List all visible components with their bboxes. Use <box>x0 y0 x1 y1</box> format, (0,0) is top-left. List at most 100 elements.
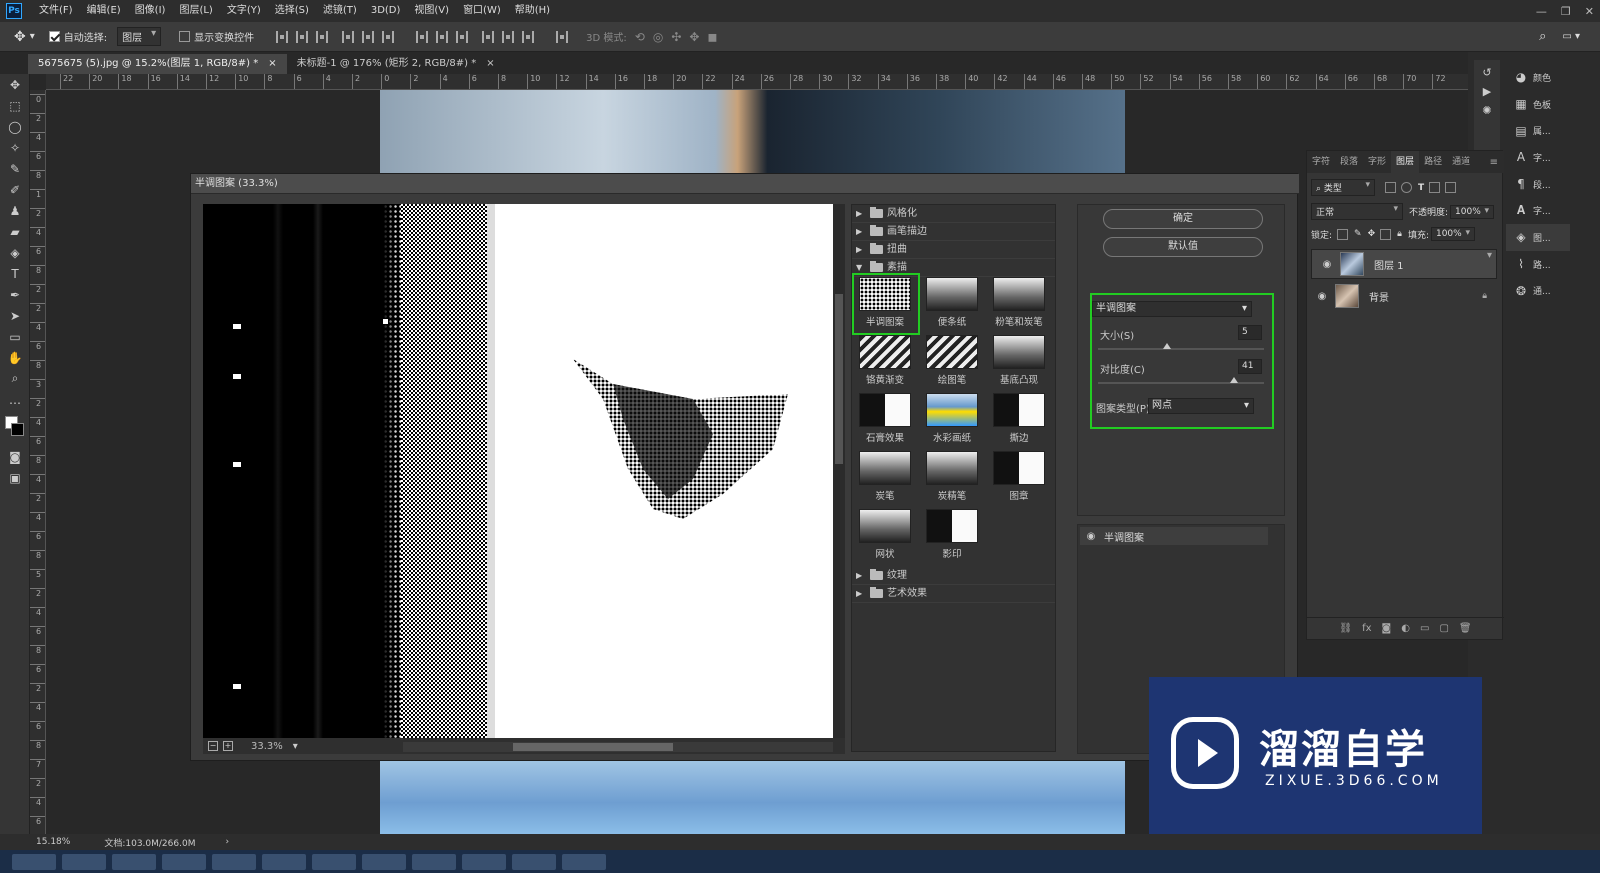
drag-3d-icon[interactable]: ✣ <box>671 30 681 44</box>
dock-paragraph[interactable]: ¶ 段... <box>1506 171 1570 198</box>
doc-tab-1-close-icon[interactable]: × <box>268 54 276 74</box>
eye-icon[interactable]: ◉ <box>1084 531 1098 542</box>
show-transform-checkbox[interactable] <box>179 31 191 42</box>
taskbar-app[interactable] <box>412 853 456 870</box>
filter-smart-object-icon[interactable] <box>1445 182 1457 193</box>
filter-reticulation[interactable]: 网状 <box>858 509 912 561</box>
filter-chalk-charcoal[interactable]: 粉笔和炭笔 <box>992 277 1046 329</box>
lock-artboard-icon[interactable] <box>1380 228 1392 240</box>
fx-icon[interactable]: fx <box>1362 623 1371 634</box>
tab-layers[interactable]: 图层 <box>1391 151 1420 173</box>
layer-filter-dropdown[interactable]: ⌕ 类型 <box>1311 179 1375 196</box>
dock-layers[interactable]: ◈ 图... <box>1506 224 1570 251</box>
taskbar-app[interactable] <box>462 853 506 870</box>
filter-torn-edges[interactable]: 撕边 <box>992 393 1046 445</box>
move-tool-icon[interactable]: ✥ <box>14 29 26 45</box>
lock-pixels-icon[interactable]: ✎ <box>1354 229 1362 239</box>
quick-mask-icon[interactable]: ◙ <box>0 446 30 467</box>
bucket-tool-icon[interactable]: ◈ <box>0 242 30 263</box>
distribute-hcenter-icon[interactable] <box>502 30 515 43</box>
filter-chrome[interactable]: 铬黄渐变 <box>858 335 912 387</box>
new-layer-icon[interactable]: ▢ <box>1439 623 1448 634</box>
menu-help[interactable]: 帮助(H) <box>508 0 557 22</box>
taskbar-app[interactable] <box>512 853 556 870</box>
filter-bas-relief[interactable]: 基底凸现 <box>992 335 1046 387</box>
roll-3d-icon[interactable]: ◎ <box>653 30 663 44</box>
restore-icon[interactable]: ❐ <box>1561 5 1571 18</box>
menu-edit[interactable]: 编辑(E) <box>80 0 128 22</box>
path-select-tool-icon[interactable]: ➤ <box>0 305 30 326</box>
filter-adjustment-icon[interactable] <box>1401 182 1412 193</box>
filter-graphic-pen[interactable]: 绘图笔 <box>925 335 979 387</box>
dock-color[interactable]: ◕ 颜色 <box>1506 64 1570 91</box>
more-tools-icon[interactable]: … <box>0 389 30 410</box>
brush-settings-icon[interactable]: ✺ <box>1482 104 1491 117</box>
category-distort[interactable]: ▶ 扭曲 <box>852 241 1055 259</box>
eye-icon[interactable]: ◉ <box>1315 291 1329 302</box>
color-swatches-icon[interactable] <box>0 410 30 446</box>
menu-file[interactable]: 文件(F) <box>32 0 80 22</box>
category-stylize[interactable]: ▶ 风格化 <box>852 205 1055 223</box>
stamp-tool-icon[interactable]: ♟ <box>0 200 30 221</box>
effect-layer-row[interactable]: ◉ 半调图案 <box>1080 527 1268 545</box>
preview-horizontal-scrollbar[interactable] <box>403 742 833 752</box>
search-icon[interactable]: ⌕ <box>1539 29 1546 44</box>
auto-select-checkbox[interactable] <box>48 31 60 42</box>
taskbar-app[interactable] <box>562 853 606 870</box>
default-button[interactable]: 默认值 <box>1103 237 1263 257</box>
lock-position-icon[interactable]: ✥ <box>1368 229 1376 239</box>
align-top-icon[interactable] <box>276 30 289 43</box>
camera-3d-icon[interactable]: ◼ <box>707 30 717 44</box>
doc-tab-2-close-icon[interactable]: × <box>486 54 494 74</box>
align-vcenter-icon[interactable] <box>296 30 309 43</box>
dock-character[interactable]: A 字... <box>1506 144 1570 171</box>
type-tool-icon[interactable]: T <box>0 263 30 284</box>
marquee-tool-icon[interactable]: ⬚ <box>0 95 30 116</box>
lasso-tool-icon[interactable]: ◯ <box>0 116 30 137</box>
eyedropper-tool-icon[interactable]: ✎ <box>0 158 30 179</box>
zoom-in-button[interactable]: + <box>223 741 233 751</box>
panel-menu-icon[interactable]: ≡ <box>1490 157 1498 168</box>
minimize-icon[interactable]: — <box>1536 5 1547 18</box>
category-texture[interactable]: ▶ 纹理 <box>852 567 1055 585</box>
taskbar-app[interactable] <box>312 853 356 870</box>
taskbar-app[interactable] <box>12 853 56 870</box>
screen-mode-icon[interactable]: ▣ <box>0 467 30 488</box>
tab-glyphs[interactable]: 字形 <box>1363 151 1391 173</box>
zoom-level[interactable]: 15.18% <box>36 837 70 847</box>
tool-preset-picker[interactable]: ▾ <box>30 31 35 42</box>
workspace-icon[interactable]: ▭ ▾ <box>1562 31 1580 42</box>
slide-3d-icon[interactable]: ✥ <box>689 30 699 44</box>
opacity-input[interactable]: 100% <box>1450 204 1495 219</box>
preview-vertical-scrollbar[interactable] <box>833 204 845 738</box>
delete-layer-icon[interactable]: 🗑︎ <box>1459 623 1472 634</box>
align-right-icon[interactable] <box>382 30 395 43</box>
rotate-3d-icon[interactable]: ⟲ <box>635 30 645 44</box>
auto-align-icon[interactable] <box>556 30 569 43</box>
dock-channels[interactable]: ❂ 通... <box>1506 277 1570 304</box>
preview-zoom-value[interactable]: 33.3% <box>251 741 283 752</box>
distribute-vcenter-icon[interactable] <box>436 30 449 43</box>
new-group-icon[interactable]: ▭ <box>1420 623 1429 634</box>
move-tool-icon[interactable]: ✥ <box>0 74 30 95</box>
menu-type[interactable]: 文字(Y) <box>220 0 268 22</box>
hand-tool-icon[interactable]: ✋ <box>0 347 30 368</box>
zoom-out-button[interactable]: − <box>208 741 218 751</box>
show-transform-option[interactable]: 显示变换控件 <box>179 29 254 44</box>
filter-note-paper[interactable]: 便条纸 <box>925 277 979 329</box>
align-bottom-icon[interactable] <box>316 30 329 43</box>
category-artistic[interactable]: ▶ 艺术效果 <box>852 585 1055 603</box>
actions-play-icon[interactable]: ▶ <box>1483 85 1491 98</box>
brush-tool-icon[interactable]: ✐ <box>0 179 30 200</box>
filter-plaster[interactable]: 石膏效果 <box>858 393 912 445</box>
taskbar-app[interactable] <box>112 853 156 870</box>
doc-tab-2[interactable]: 未标题-1 @ 176% (矩形 2, RGB/8#) * × <box>287 54 505 74</box>
blend-mode-dropdown[interactable]: 正常 <box>1311 203 1403 220</box>
filter-stamp[interactable]: 图章 <box>992 451 1046 503</box>
auto-select-target-dropdown[interactable]: 图层 <box>117 27 162 46</box>
tab-paths[interactable]: 路径 <box>1419 151 1447 173</box>
menu-select[interactable]: 选择(S) <box>268 0 316 22</box>
taskbar-app[interactable] <box>212 853 256 870</box>
dock-properties[interactable]: ▤ 属... <box>1506 117 1570 144</box>
filter-pixel-icon[interactable] <box>1385 182 1396 193</box>
